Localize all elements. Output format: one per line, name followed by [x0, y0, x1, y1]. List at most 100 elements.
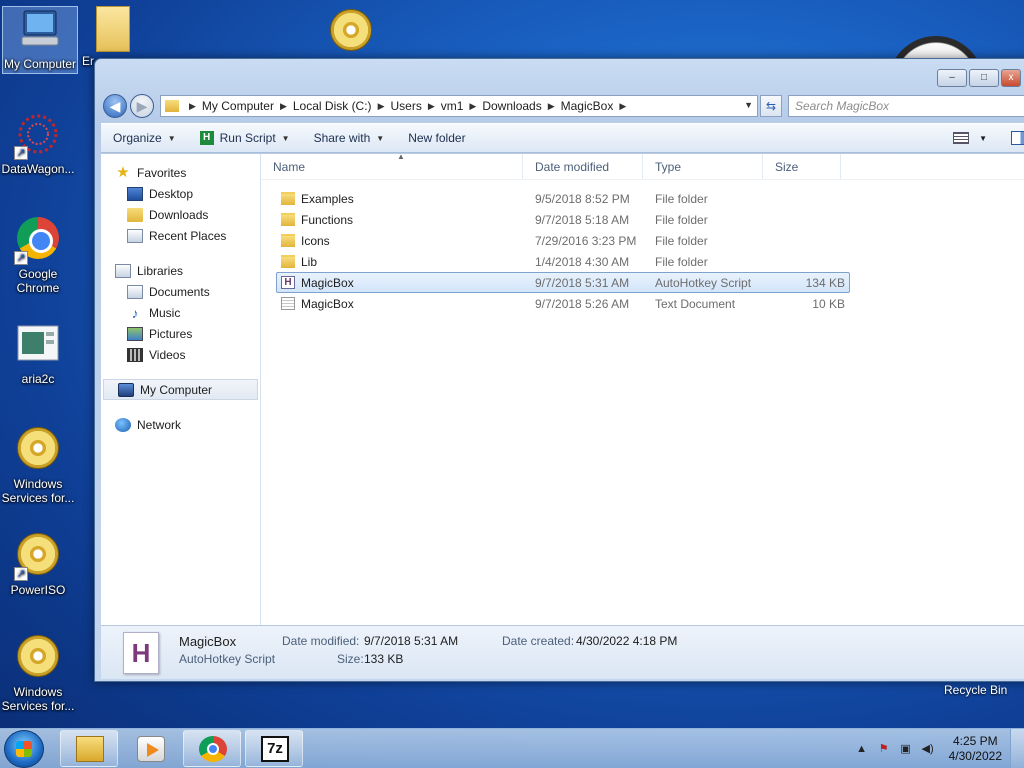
nav-favorites[interactable]: ★ Favorites: [101, 162, 260, 183]
nav-label: Favorites: [137, 165, 187, 180]
desktop-icon-aria2c[interactable]: aria2c: [0, 322, 76, 386]
chevron-right-icon: ▶: [189, 100, 196, 111]
preview-pane-icon[interactable]: [1011, 131, 1024, 145]
column-header-type[interactable]: Type: [643, 154, 763, 179]
desktop-icon: [127, 186, 143, 201]
nav-documents[interactable]: Documents: [101, 281, 260, 302]
share-with-button[interactable]: Share with ▼: [302, 124, 397, 152]
breadcrumb-magicbox[interactable]: MagicBox: [561, 99, 614, 113]
file-name-cell: H MagicBox: [277, 276, 535, 290]
arrow-left-icon: ◀: [109, 98, 121, 114]
windows-explorer-icon: [76, 736, 104, 762]
arrow-right-icon: ▶: [136, 98, 148, 114]
details-pane: H MagicBox AutoHotkey Script Date modifi…: [101, 625, 1024, 679]
file-row[interactable]: Icons 7/29/2016 3:23 PM File folder: [276, 230, 850, 251]
desktop-icon-label: DataWagon...: [1, 162, 75, 176]
recent-places-icon: [127, 228, 143, 243]
folder-icon: [281, 192, 295, 205]
chevron-right-icon: ▶: [427, 100, 435, 111]
media-player-icon: [137, 736, 165, 762]
back-button[interactable]: ◀: [103, 94, 127, 118]
caret-down-icon[interactable]: ▼: [979, 134, 987, 143]
address-bar[interactable]: ▶ My Computer ▶ Local Disk (C:) ▶ Users …: [160, 95, 758, 117]
file-row[interactable]: MagicBox 9/7/2018 5:26 AM Text Document 10 …: [276, 293, 850, 314]
file-type: File folder: [655, 212, 708, 227]
nav-libraries[interactable]: Libraries: [101, 260, 260, 281]
desktop-icon-my-computer[interactable]: My Computer: [2, 6, 78, 74]
file-date-modified: 1/4/2018 4:30 AM: [535, 254, 630, 269]
volume-icon[interactable]: ◀): [921, 742, 935, 756]
desktop-icon-datawagon[interactable]: ↗ DataWagon...: [0, 112, 76, 176]
close-button[interactable]: x: [1001, 69, 1021, 87]
nav-pictures[interactable]: Pictures: [101, 323, 260, 344]
column-header-date-modified[interactable]: Date modified: [523, 154, 643, 179]
desktop-icon-label: PowerISO: [10, 583, 66, 597]
start-button[interactable]: [4, 730, 44, 768]
breadcrumb-users[interactable]: Users: [390, 99, 421, 113]
nav-label: Network: [137, 417, 182, 432]
file-row[interactable]: Functions 9/7/2018 5:18 AM File folder: [276, 209, 850, 230]
desktop-icon-windows-services-2[interactable]: Windows Services for...: [0, 632, 76, 713]
maximize-button[interactable]: □: [969, 69, 999, 87]
search-input[interactable]: Search MagicBox: [788, 95, 1024, 117]
minimize-button[interactable]: –: [937, 69, 967, 87]
show-desktop-button[interactable]: [1010, 729, 1024, 768]
desktop-icon-google-chrome[interactable]: ↗ Google Chrome: [0, 214, 76, 295]
taskbar-7zip[interactable]: 7z: [245, 730, 303, 767]
desktop-icon-windows-services-1[interactable]: Windows Services for...: [0, 424, 76, 505]
desktop-icon-label: aria2c: [21, 372, 55, 386]
nav-music[interactable]: ♪ Music: [101, 302, 260, 323]
taskbar-clock[interactable]: 4:25 PM 4/30/2022: [949, 734, 1002, 764]
share-with-label: Share with: [313, 131, 371, 145]
breadcrumb-local-disk[interactable]: Local Disk (C:): [293, 99, 372, 113]
nav-downloads[interactable]: Downloads: [101, 204, 260, 225]
column-headers: Name ▲ Date modified Type Size: [261, 152, 1024, 180]
nav-videos[interactable]: Videos: [101, 344, 260, 365]
taskbar-google-chrome[interactable]: [183, 730, 241, 767]
nav-desktop[interactable]: Desktop: [101, 183, 260, 204]
file-size: 134 KB: [805, 275, 845, 290]
caret-down-icon: ▼: [167, 133, 176, 143]
file-size: 10 KB: [812, 296, 845, 311]
new-folder-button[interactable]: New folder: [396, 124, 477, 152]
column-header-size[interactable]: Size: [763, 154, 841, 179]
nav-my-computer[interactable]: My Computer: [103, 379, 258, 400]
breadcrumb-my-computer[interactable]: My Computer: [202, 99, 274, 113]
command-bar: Organize ▼ H Run Script ▼ Share with ▼ N…: [101, 123, 1024, 153]
run-script-button[interactable]: H Run Script ▼: [188, 124, 302, 152]
desktop-icon-poweriso[interactable]: ↗ PowerISO: [0, 530, 76, 597]
chevron-down-icon[interactable]: ▼: [744, 100, 753, 110]
nav-label: Documents: [149, 284, 210, 299]
change-view-icon[interactable]: [953, 132, 970, 144]
show-hidden-icons-icon[interactable]: ▲: [855, 742, 869, 756]
file-row[interactable]: H MagicBox 9/7/2018 5:31 AM AutoHotkey Scri…: [276, 272, 850, 293]
recycle-bin-label[interactable]: Recycle Bin: [944, 683, 1007, 697]
desktop-icon-partial[interactable]: Er: [78, 6, 130, 68]
clock-time: 4:25 PM: [952, 734, 998, 748]
column-header-name[interactable]: Name: [261, 154, 523, 179]
forward-button[interactable]: ▶: [130, 94, 154, 118]
breadcrumb-vm1[interactable]: vm1: [441, 99, 464, 113]
nav-network[interactable]: Network: [101, 414, 260, 435]
nav-recent-places[interactable]: Recent Places: [101, 225, 260, 246]
desktop-icon-label: Google Chrome: [16, 267, 60, 295]
taskbar-windows-media-player[interactable]: [121, 730, 179, 767]
clock-date: 4/30/2022: [948, 749, 1002, 763]
chevron-right-icon: ▶: [279, 100, 287, 111]
action-center-flag-icon[interactable]: ⚑: [877, 742, 891, 756]
refresh-button[interactable]: ⇆: [760, 95, 782, 117]
network-status-icon[interactable]: ▣: [899, 742, 913, 756]
details-date-created: 4/30/2022 4:18 PM: [576, 634, 678, 648]
breadcrumb-downloads[interactable]: Downloads: [482, 99, 541, 113]
desktop-icon-cd-drive[interactable]: [316, 6, 386, 59]
organize-label: Organize: [113, 131, 162, 145]
file-row[interactable]: Lib 1/4/2018 4:30 AM File folder: [276, 251, 850, 272]
taskbar-windows-explorer[interactable]: [60, 730, 118, 767]
shortcut-arrow-icon: ↗: [14, 567, 28, 581]
nav-label: Videos: [149, 347, 186, 362]
organize-button[interactable]: Organize ▼: [101, 124, 188, 152]
desktop-icon-label: Windows Services for...: [1, 477, 75, 505]
file-row[interactable]: Examples 9/5/2018 8:52 PM File folder: [276, 188, 850, 209]
nav-label: Desktop: [149, 186, 194, 201]
chevron-right-icon: ▶: [547, 100, 555, 111]
